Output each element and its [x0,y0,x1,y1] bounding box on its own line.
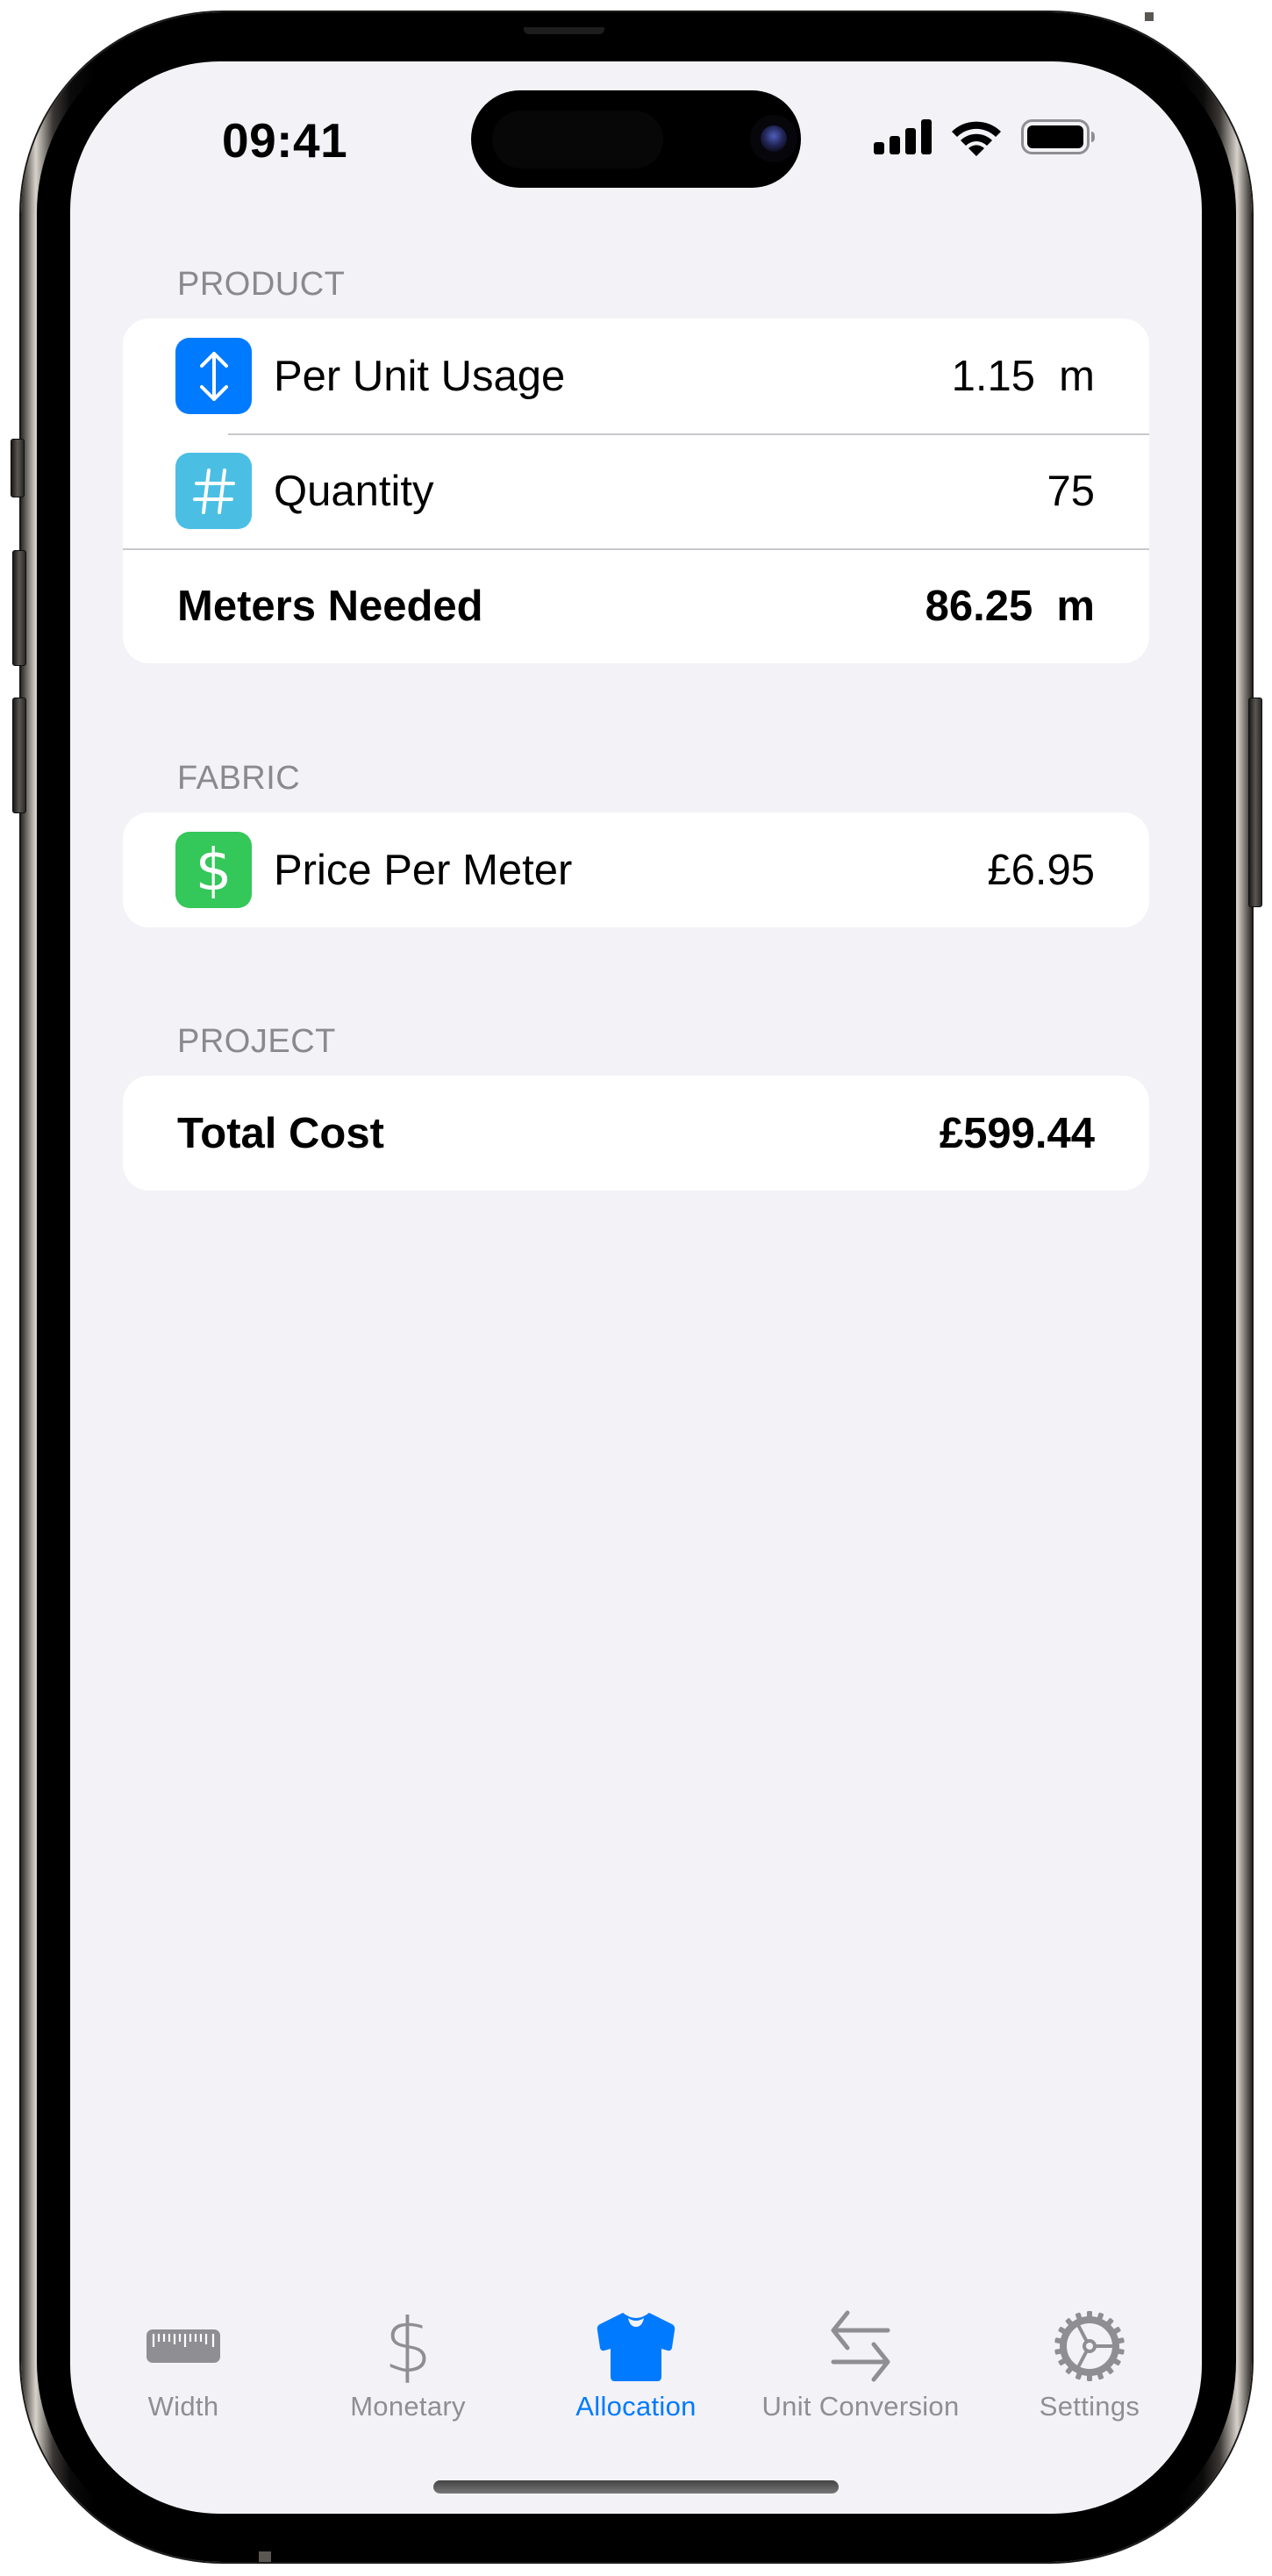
product-card: Per Unit Usage 1.15 m Quantity 75 Meters… [123,318,1149,663]
home-indicator[interactable] [433,2480,839,2494]
front-camera-icon [761,125,787,152]
row-per-unit-usage[interactable]: Per Unit Usage 1.15 m [123,318,1149,433]
tab-label: Settings [1039,2391,1140,2422]
cellular-signal-icon [874,119,932,154]
tab-label: Unit Conversion [761,2391,960,2422]
wifi-icon [952,121,1001,156]
meters-needed-value: 86.25 m [925,582,1095,630]
section-header-project: PROJECT [177,1023,336,1060]
status-time: 09:41 [222,113,348,168]
row-label: Total Cost [177,1109,384,1157]
tab-allocation[interactable]: Allocation [531,2290,741,2422]
tab-monetary[interactable]: $ Monetary [303,2290,513,2422]
number-sign-icon [175,453,252,529]
tab-label: Allocation [575,2391,697,2422]
face-id-sensor [492,111,663,168]
tab-label: Monetary [350,2391,466,2422]
antenna-band [259,2551,271,2562]
tab-settings[interactable]: Settings [984,2290,1195,2422]
fabric-card: $ Price Per Meter £6.95 [123,812,1149,927]
per-unit-usage-value[interactable]: 1.15 m [952,352,1095,401]
volume-up-button [12,550,26,666]
tab-label: Width [147,2391,219,2422]
action-button [11,439,25,497]
battery-icon [1021,119,1095,154]
quantity-value[interactable]: 75 [1047,467,1095,516]
tab-bar: Width $ Monetary Allocation Unit Convers… [70,2290,1202,2422]
screen: 09:41 PRODUCT Per Unit Usage 1.15 m Quan… [70,61,1202,2514]
row-label: Per Unit Usage [274,352,566,400]
row-quantity[interactable]: Quantity 75 [123,433,1149,548]
row-label: Price Per Meter [274,846,573,894]
row-label: Quantity [274,467,434,515]
project-card: Total Cost £599.44 [123,1076,1149,1191]
arrows-left-right-icon [821,2310,900,2382]
arrow-up-down-icon [175,338,252,414]
speaker-grille [524,27,604,34]
gear-icon [1050,2311,1129,2381]
total-cost-value: £599.44 [939,1109,1095,1157]
row-price-per-meter[interactable]: $ Price Per Meter £6.95 [123,812,1149,927]
tab-width[interactable]: Width [78,2290,289,2422]
antenna-band [1145,12,1154,21]
row-total-cost: Total Cost £599.44 [123,1076,1149,1191]
row-label: Meters Needed [177,582,483,630]
section-header-product: PRODUCT [177,266,346,303]
ruler-icon [144,2311,223,2381]
dynamic-island [471,90,801,188]
row-meters-needed: Meters Needed 86.25 m [123,548,1149,663]
section-header-fabric: FABRIC [177,760,301,797]
dollar-sign-icon: $ [175,832,252,908]
power-button [1248,698,1262,907]
dollar-sign-icon: $ [383,2302,432,2390]
volume-down-button [12,698,26,813]
price-per-meter-value[interactable]: £6.95 [987,846,1095,895]
tab-unit-conversion[interactable]: Unit Conversion [755,2290,966,2422]
tshirt-icon [597,2311,675,2381]
